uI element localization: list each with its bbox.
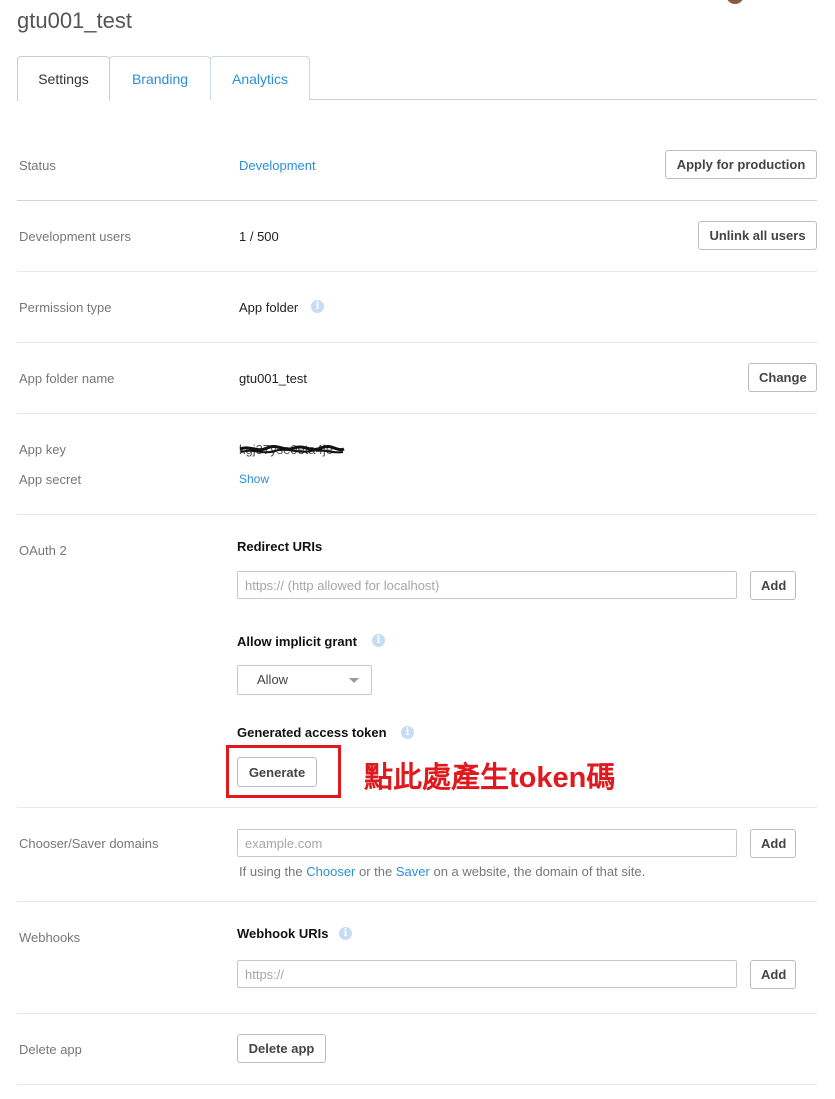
implicit-grant-select[interactable]: Allow xyxy=(237,665,372,695)
divider xyxy=(17,342,817,343)
highlight-box xyxy=(226,745,341,798)
avatar[interactable] xyxy=(726,0,744,4)
redirect-uri-input[interactable] xyxy=(237,571,737,599)
chevron-down-icon xyxy=(349,678,359,683)
divider xyxy=(17,1084,817,1085)
add-webhook-button[interactable]: Add xyxy=(750,960,796,989)
dev-users-label: Development users xyxy=(19,229,131,244)
delete-app-label: Delete app xyxy=(19,1042,82,1057)
app-secret-label: App secret xyxy=(19,472,82,487)
show-secret-link[interactable]: Show xyxy=(239,472,269,486)
apply-for-production-button[interactable]: Apply for production xyxy=(665,150,817,179)
tab-analytics[interactable]: Analytics xyxy=(210,56,310,100)
add-domain-button[interactable]: Add xyxy=(750,829,796,858)
dev-users-value: 1 / 500 xyxy=(239,229,279,244)
tab-branding[interactable]: Branding xyxy=(109,56,211,100)
add-redirect-uri-button[interactable]: Add xyxy=(750,571,796,600)
status-value[interactable]: Development xyxy=(239,158,316,173)
annotation-text: 點此處產生token碼 xyxy=(364,762,616,794)
tab-settings[interactable]: Settings xyxy=(17,56,110,101)
redirect-uris-title: Redirect URIs xyxy=(237,539,323,554)
divider xyxy=(17,200,817,201)
chooser-link[interactable]: Chooser xyxy=(306,864,355,879)
domain-input[interactable] xyxy=(237,829,737,857)
unlink-all-users-button[interactable]: Unlink all users xyxy=(698,221,817,250)
info-icon[interactable]: i xyxy=(339,927,352,940)
change-folder-button[interactable]: Change xyxy=(748,363,817,392)
page-title: gtu001_test xyxy=(17,8,132,33)
delete-app-button[interactable]: Delete app xyxy=(237,1034,326,1063)
info-icon[interactable]: i xyxy=(372,634,385,647)
info-icon[interactable]: i xyxy=(311,300,324,313)
chooser-saver-label: Chooser/Saver domains xyxy=(19,836,159,851)
app-folder-name-label: App folder name xyxy=(19,371,115,386)
oauth2-label: OAuth 2 xyxy=(19,543,67,558)
app-folder-name-value: gtu001_test xyxy=(239,371,307,386)
permission-type-label: Permission type xyxy=(19,300,112,315)
implicit-grant-value: Allow xyxy=(257,672,289,687)
info-icon[interactable]: i xyxy=(401,726,414,739)
divider xyxy=(17,413,817,414)
generated-access-token-title: Generated access token xyxy=(237,725,387,740)
divider xyxy=(17,807,817,808)
chooser-help-text: If using the Chooser or the Saver on a w… xyxy=(239,864,646,879)
divider xyxy=(17,901,817,902)
redaction-scribble xyxy=(239,444,345,454)
saver-link[interactable]: Saver xyxy=(396,864,430,879)
divider xyxy=(17,271,817,272)
webhook-uris-title: Webhook URIs xyxy=(237,926,329,941)
divider xyxy=(17,1013,817,1014)
permission-type-value: App folder xyxy=(239,300,299,315)
webhook-uri-input[interactable] xyxy=(237,960,737,988)
app-key-label: App key xyxy=(19,442,66,457)
webhooks-label: Webhooks xyxy=(19,930,81,945)
allow-implicit-grant-title: Allow implicit grant xyxy=(237,634,357,649)
divider xyxy=(17,514,817,515)
status-label: Status xyxy=(19,158,56,173)
tab-bar: Settings Branding Analytics xyxy=(17,56,817,101)
